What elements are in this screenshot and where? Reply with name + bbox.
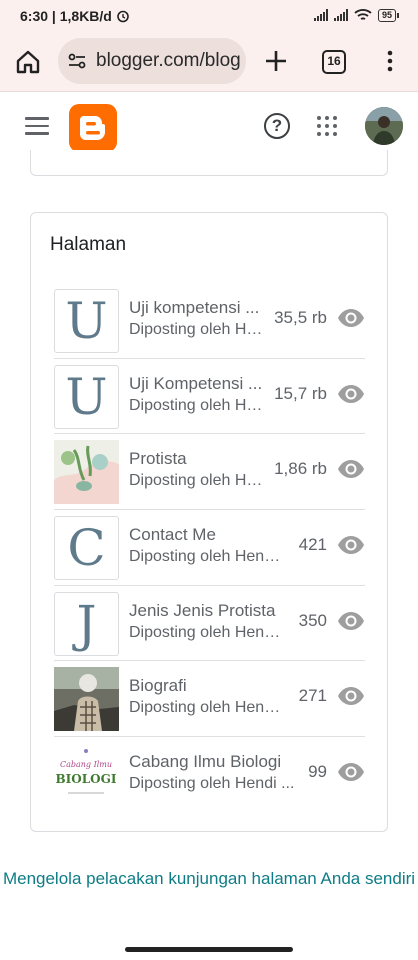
- page-thumbnail: Cabang Ilmu BIOLOGI: [54, 743, 119, 808]
- new-tab-icon[interactable]: [263, 48, 289, 74]
- page-thumbnail: C: [54, 516, 119, 581]
- page-author: Diposting oleh Hendi ...: [129, 321, 264, 338]
- list-item[interactable]: Protista Diposting oleh Hendi ... 1,86 r…: [54, 434, 365, 511]
- page-title: Contact Me: [129, 525, 216, 545]
- avatar[interactable]: [365, 107, 403, 145]
- list-item[interactable]: U Uji Kompetensi ... Diposting oleh Hend…: [54, 359, 365, 435]
- signal-icon: [313, 9, 328, 21]
- status-bar: 6:30 | 1,8KB/d 95: [0, 0, 418, 32]
- gesture-bar[interactable]: [125, 947, 293, 952]
- page-title: Jenis Jenis Protista: [129, 600, 276, 620]
- pages-list: U Uji kompetensi ... Diposting oleh Hend…: [54, 283, 365, 813]
- page-author: Diposting oleh Hendi ...: [129, 699, 286, 717]
- wifi-icon: [354, 9, 372, 20]
- page-thumbnail: J: [54, 591, 119, 656]
- list-item[interactable]: U Uji kompetensi ... Diposting oleh Hend…: [54, 283, 365, 359]
- list-item[interactable]: C Contact Me Diposting oleh Hendi ... 42…: [54, 510, 365, 586]
- home-icon[interactable]: [14, 48, 42, 76]
- address-bar[interactable]: blogger.com/blog: [58, 38, 246, 84]
- tab-switcher-icon[interactable]: 16: [322, 50, 346, 74]
- thumb-text-line2: BIOLOGI: [56, 772, 117, 786]
- view-count: 99: [308, 762, 327, 782]
- view-count: 350: [298, 610, 327, 630]
- page-author: Diposting oleh Hendi ...: [129, 472, 264, 490]
- page-title: Uji Kompetensi ...: [129, 373, 263, 393]
- page-thumbnail: U: [54, 364, 119, 429]
- page-title: Biografi: [129, 676, 187, 696]
- page-author: Diposting oleh Hendi ...: [129, 548, 286, 566]
- page-thumbnail: [54, 440, 119, 505]
- view-count: 15,7 rb: [274, 383, 327, 403]
- view-count: 35,5 rb: [274, 308, 327, 327]
- alarm-icon: [116, 10, 129, 23]
- eye-icon: [338, 536, 364, 555]
- url-text[interactable]: blogger.com/blog: [96, 50, 241, 72]
- pages-card: Halaman U Uji kompetensi ... Diposting o…: [30, 212, 388, 832]
- eye-icon: [338, 611, 364, 630]
- list-item[interactable]: J Jenis Jenis Protista Diposting oleh He…: [54, 586, 365, 662]
- eye-icon: [338, 763, 364, 782]
- apps-grid-icon[interactable]: [317, 116, 337, 136]
- page-title: Cabang Ilmu Biologi: [129, 752, 282, 772]
- card-title: Halaman: [50, 234, 127, 255]
- page-title: Uji kompetensi ...: [129, 298, 260, 317]
- eye-icon: [338, 384, 364, 403]
- list-item[interactable]: Cabang Ilmu BIOLOGI Cabang Ilmu Biologi D…: [54, 737, 365, 813]
- view-count: 1,86 rb: [274, 459, 327, 479]
- page-thumbnail: [54, 667, 119, 732]
- browser-toolbar: blogger.com/blog 16: [0, 32, 418, 92]
- list-item[interactable]: Biografi Diposting oleh Hendi ... 271: [54, 661, 365, 738]
- hamburger-menu-icon[interactable]: [25, 117, 49, 135]
- page-author: Diposting oleh Hendi ...: [129, 623, 286, 641]
- page-author: Diposting oleh Hendi ...: [129, 396, 264, 414]
- manage-tracking-link[interactable]: Mengelola pelacakan kunjungan halaman An…: [0, 868, 418, 890]
- overflow-menu-icon[interactable]: [386, 50, 394, 72]
- status-time: 6:30 | 1,8KB/d: [20, 8, 130, 24]
- eye-icon: [338, 687, 364, 706]
- eye-icon: [338, 309, 364, 327]
- battery-icon: 95: [377, 8, 400, 22]
- page-title: Protista: [129, 449, 187, 469]
- page-thumbnail: U: [54, 289, 119, 353]
- thumb-text-line1: Cabang Ilmu: [60, 760, 112, 769]
- view-count: 271: [298, 686, 327, 706]
- page-author: Diposting oleh Hendi ...: [129, 775, 295, 793]
- signal-icon: [333, 9, 348, 21]
- previous-card: [30, 150, 388, 176]
- eye-icon: [338, 460, 364, 479]
- view-count: 421: [298, 535, 327, 555]
- help-icon[interactable]: ?: [264, 113, 290, 139]
- blogger-logo[interactable]: [69, 104, 117, 152]
- site-settings-icon[interactable]: [66, 50, 88, 72]
